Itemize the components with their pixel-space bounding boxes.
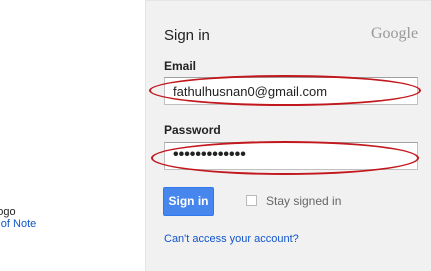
sign-in-button[interactable]: Sign in: [163, 187, 214, 216]
password-value: •••••••••••••: [173, 146, 246, 163]
google-logo: Google: [371, 25, 419, 42]
email-value: fathulhusnan0@gmail.com: [173, 84, 328, 99]
email-field[interactable]: fathulhusnan0@gmail.com: [164, 77, 418, 105]
stay-signed-in-label[interactable]: Stay signed in: [266, 194, 341, 208]
email-label: Email: [164, 59, 197, 73]
left-text-logo: er logo: [0, 206, 16, 218]
password-label: Password: [164, 123, 221, 137]
cant-access-account-link[interactable]: Can't access your account?: [164, 233, 299, 245]
password-field[interactable]: •••••••••••••: [164, 142, 418, 170]
stay-signed-in-checkbox[interactable]: [246, 195, 257, 206]
page-title: Sign in: [164, 27, 210, 44]
left-link-logs-of-note[interactable]: ogs of Note: [0, 218, 70, 230]
sign-in-panel: Sign in Google Email fathulhusnan0@gmail…: [145, 0, 431, 271]
